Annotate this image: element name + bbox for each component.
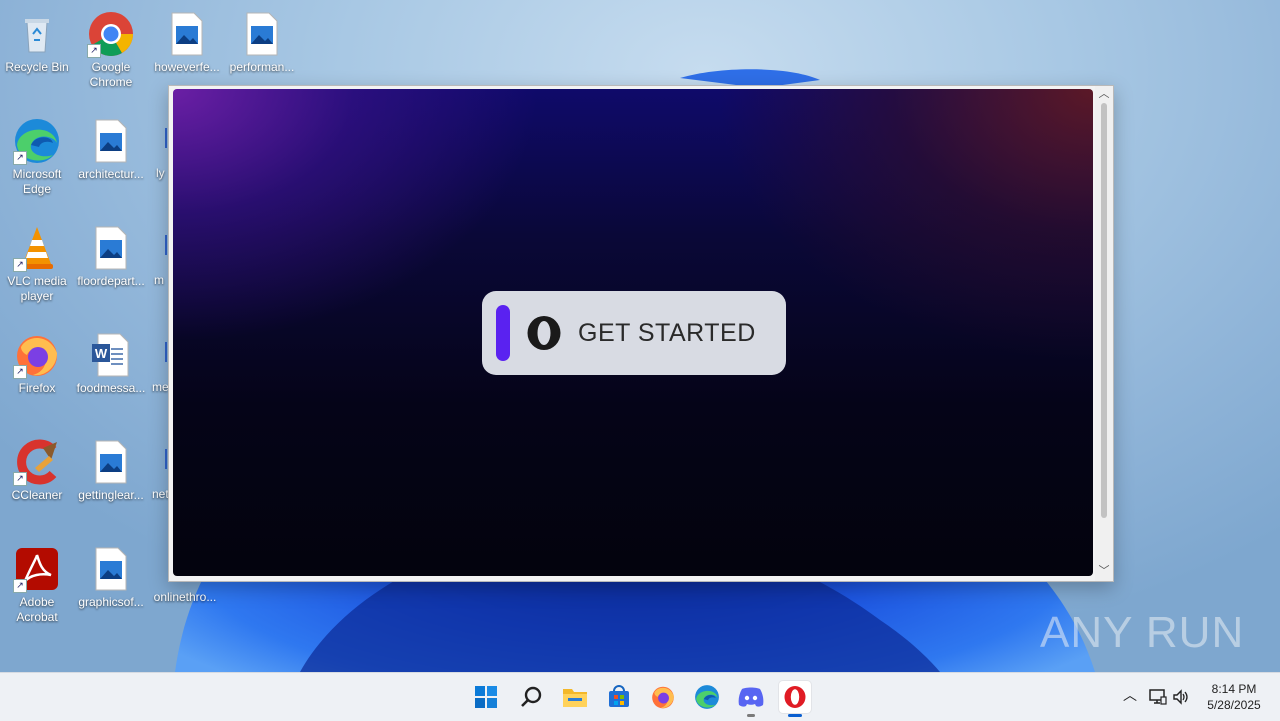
adobe-acrobat-icon: ↗ <box>13 545 61 593</box>
desktop-icon-vlc[interactable]: ↗ VLC media player <box>1 220 73 304</box>
desktop-icon-label: graphicsof... <box>78 595 144 609</box>
scroll-down-arrow-icon[interactable]: ﹀ <box>1098 565 1110 577</box>
desktop-icon-label: Adobe Acrobat <box>16 595 58 624</box>
desktop-icon-label: Microsoft Edge <box>12 167 62 196</box>
accent-bar <box>496 305 510 361</box>
desktop-icon-word-file[interactable]: W foodmessa... <box>75 327 147 396</box>
vlc-icon: ↗ <box>13 224 61 272</box>
network-icon[interactable] <box>1149 689 1167 705</box>
desktop-icon-recycle-bin[interactable]: Recycle Bin <box>1 6 73 75</box>
desktop-icon-label: onlinethro... <box>153 590 217 604</box>
desktop-icon-image-file[interactable]: architectur... <box>75 113 147 182</box>
desktop-icon-label: Firefox <box>18 381 56 395</box>
desktop-icon-label: Recycle Bin <box>5 60 69 74</box>
recycle-bin-icon <box>13 10 61 58</box>
discord-icon[interactable] <box>735 681 767 717</box>
opera-logo-icon <box>527 316 561 350</box>
svg-text:W: W <box>95 346 108 361</box>
search-icon[interactable] <box>515 681 547 713</box>
desktop-icon-label: foodmessa... <box>76 381 146 395</box>
taskbar-clock[interactable]: 8:14 PM 5/28/2025 <box>1196 681 1272 713</box>
image-file-icon <box>87 545 135 593</box>
edge-icon: ↗ <box>13 117 61 165</box>
ccleaner-icon: ↗ <box>13 438 61 486</box>
installer-content: GET STARTED <box>173 89 1093 576</box>
scroll-thumb[interactable] <box>1101 103 1107 518</box>
microsoft-store-icon[interactable] <box>603 681 635 713</box>
partial-label: m <box>154 273 164 287</box>
desktop-icon-image-file[interactable]: graphicsof... <box>75 541 147 610</box>
desktop-icon-adobe-acrobat[interactable]: ↗ Adobe Acrobat <box>1 541 73 625</box>
partial-label: ly <box>156 166 165 180</box>
get-started-label: GET STARTED <box>578 318 756 347</box>
shortcut-arrow-icon: ↗ <box>13 151 27 165</box>
partial-label: me <box>152 380 169 394</box>
word-document-icon: W <box>87 331 135 379</box>
anyrun-watermark: ANY RUN <box>1040 608 1244 658</box>
desktop-icon-image-file[interactable]: performan... <box>226 6 298 75</box>
firefox-icon: ↗ <box>13 331 61 379</box>
image-file-icon <box>87 224 135 272</box>
desktop-icon-google-chrome[interactable]: ↗ Google Chrome <box>75 6 147 90</box>
image-file-icon <box>87 438 135 486</box>
desktop-icon-ccleaner[interactable]: ↗ CCleaner <box>1 434 73 503</box>
desktop-icon-image-file[interactable]: gettinglear... <box>75 434 147 503</box>
desktop-icon-file-partial[interactable]: onlinethro... <box>145 578 225 605</box>
desktop-icon-label: howeverfe... <box>154 60 220 74</box>
scroll-up-arrow-icon[interactable]: ︿ <box>1098 88 1110 100</box>
clock-time: 8:14 PM <box>1211 682 1257 696</box>
image-file-icon <box>238 10 286 58</box>
edge-icon[interactable] <box>691 681 723 713</box>
desktop-icon-label: performan... <box>229 60 295 74</box>
running-indicator <box>747 714 755 717</box>
desktop-icon-firefox[interactable]: ↗ Firefox <box>1 327 73 396</box>
shortcut-arrow-icon: ↗ <box>13 472 27 486</box>
desktop-icon-image-file[interactable]: howeverfe... <box>151 6 223 75</box>
shortcut-arrow-icon: ↗ <box>13 579 27 593</box>
desktop-icon-label: gettinglear... <box>78 488 144 502</box>
image-file-icon <box>163 10 211 58</box>
chrome-icon: ↗ <box>87 10 135 58</box>
taskbar: ︿ 8:14 PM 5/28/2025 <box>0 672 1280 721</box>
image-file-icon <box>87 117 135 165</box>
desktop-icon-label: architectur... <box>78 167 144 181</box>
desktop-icon-label: CCleaner <box>11 488 63 502</box>
shortcut-arrow-icon: ↗ <box>13 258 27 272</box>
opera-icon[interactable] <box>779 681 811 717</box>
desktop-icon-microsoft-edge[interactable]: ↗ Microsoft Edge <box>1 113 73 197</box>
volume-icon[interactable] <box>1172 689 1190 705</box>
show-hidden-icons-chevron-icon[interactable]: ︿ <box>1122 687 1138 703</box>
clock-date: 5/28/2025 <box>1207 698 1261 712</box>
desktop-icon-label: Google Chrome <box>89 60 133 89</box>
get-started-button[interactable]: GET STARTED <box>482 291 786 375</box>
vertical-scrollbar[interactable]: ︿ ﹀ <box>1095 86 1113 581</box>
watermark-text: ANY RUN <box>1040 608 1245 657</box>
desktop-icon-image-file[interactable]: floordepart... <box>75 220 147 289</box>
opera-installer-window: GET STARTED ︿ ﹀ <box>168 85 1114 582</box>
shortcut-arrow-icon: ↗ <box>87 44 101 58</box>
shortcut-arrow-icon: ↗ <box>13 365 27 379</box>
desktop-icon-label: floordepart... <box>77 274 145 288</box>
partial-label: net <box>152 487 169 501</box>
windows-start-icon[interactable] <box>470 681 502 713</box>
desktop-icon-label: VLC media player <box>7 274 67 303</box>
firefox-icon[interactable] <box>647 681 679 713</box>
active-indicator <box>788 714 802 717</box>
file-explorer-icon[interactable] <box>559 681 591 713</box>
